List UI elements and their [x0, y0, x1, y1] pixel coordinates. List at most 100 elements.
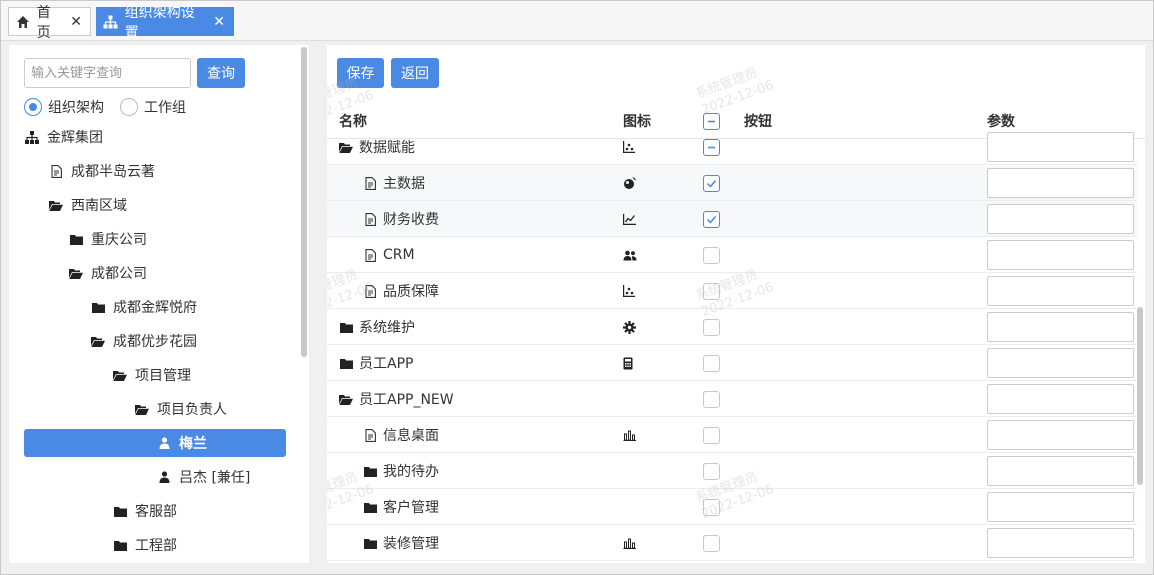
- row-name-cell[interactable]: CRM: [363, 237, 415, 273]
- radio-group[interactable]: 工作组: [120, 97, 186, 117]
- row-checkbox[interactable]: [703, 534, 720, 552]
- tree-node[interactable]: 成都优步花园: [91, 327, 197, 355]
- row-checkbox-cell: [703, 273, 720, 309]
- table-row[interactable]: 信息桌面: [327, 417, 1137, 453]
- tree-node[interactable]: 梅兰: [24, 429, 286, 457]
- tree-node[interactable]: 成都公司: [69, 259, 147, 287]
- right-scrollbar[interactable]: [1137, 307, 1143, 485]
- param-input[interactable]: [987, 312, 1134, 342]
- param-input[interactable]: [987, 204, 1134, 234]
- tree-node[interactable]: 吕杰 [兼任]: [157, 463, 250, 491]
- tree-node-label: 重庆公司: [91, 232, 147, 248]
- row-name-cell[interactable]: 员工APP_NEW: [339, 381, 454, 417]
- tree-node[interactable]: 金辉集团: [25, 123, 103, 151]
- folder-open-icon: [339, 140, 353, 154]
- param-input[interactable]: [987, 168, 1134, 198]
- folder-open-icon: [113, 368, 127, 382]
- tab-org-settings[interactable]: 组织架构设置 ✕: [96, 5, 234, 41]
- param-input[interactable]: [987, 456, 1134, 486]
- tree-node[interactable]: 成都金辉悦府: [91, 293, 197, 321]
- query-button[interactable]: 查询: [197, 58, 245, 88]
- row-name-cell[interactable]: 财务收费: [363, 201, 439, 237]
- row-checkbox-cell: [703, 165, 720, 201]
- radio-group-label: 工作组: [144, 100, 186, 116]
- back-button[interactable]: 返回: [391, 58, 439, 88]
- row-checkbox[interactable]: [703, 138, 720, 156]
- table-row[interactable]: 我的待办: [327, 453, 1137, 489]
- tree-node-label: 金辉集团: [47, 130, 103, 146]
- row-name-cell[interactable]: 品质保障: [363, 273, 439, 309]
- tree-node[interactable]: 工程部: [113, 531, 177, 559]
- tree-node-label: 项目管理: [135, 368, 191, 384]
- row-name-cell[interactable]: 装修管理: [363, 525, 439, 561]
- row-checkbox[interactable]: [703, 354, 720, 372]
- param-input[interactable]: [987, 528, 1134, 558]
- table-row[interactable]: 财务收费: [327, 201, 1137, 237]
- document-icon: [363, 176, 377, 190]
- scatter-icon: [623, 129, 635, 165]
- tree-node[interactable]: 成都半岛云著: [49, 157, 155, 185]
- table-row[interactable]: CRM: [327, 237, 1137, 273]
- row-name-cell[interactable]: 信息桌面: [363, 417, 439, 453]
- tab-org-label: 组织架构设置: [124, 4, 195, 41]
- radio-org[interactable]: 组织架构: [24, 97, 104, 117]
- row-checkbox[interactable]: [703, 174, 720, 192]
- row-name-cell[interactable]: 客户管理: [363, 489, 439, 525]
- row-name-cell[interactable]: 系统维护: [339, 309, 415, 345]
- search-input[interactable]: [24, 58, 191, 88]
- param-input[interactable]: [987, 240, 1134, 270]
- radio-org-dot[interactable]: [24, 98, 42, 116]
- row-checkbox-cell: [703, 237, 720, 273]
- table-row[interactable]: 数据赋能: [327, 129, 1137, 165]
- param-input[interactable]: [987, 384, 1134, 414]
- param-input[interactable]: [987, 420, 1134, 450]
- row-checkbox[interactable]: [703, 498, 720, 516]
- row-checkbox[interactable]: [703, 282, 720, 300]
- row-name: 员工APP: [359, 356, 414, 372]
- row-name-cell[interactable]: 员工APP: [339, 345, 413, 381]
- tree-node[interactable]: 客服部: [113, 497, 177, 525]
- row-checkbox[interactable]: [703, 210, 720, 228]
- param-input[interactable]: [987, 348, 1134, 378]
- param-input[interactable]: [987, 132, 1134, 162]
- table-row[interactable]: 客户管理: [327, 489, 1137, 525]
- param-input[interactable]: [987, 276, 1134, 306]
- table-row[interactable]: 装修管理: [327, 525, 1137, 561]
- row-checkbox[interactable]: [703, 390, 720, 408]
- tree-node[interactable]: 西南区域: [49, 191, 127, 219]
- close-icon[interactable]: ✕: [213, 14, 225, 30]
- tree-node[interactable]: 重庆公司: [69, 225, 147, 253]
- tree-node-label: 成都半岛云著: [71, 164, 155, 180]
- table-row[interactable]: 主数据: [327, 165, 1137, 201]
- save-button[interactable]: 保存: [337, 58, 384, 88]
- row-checkbox[interactable]: [703, 318, 720, 336]
- row-name: 品质保障: [383, 284, 439, 300]
- row-checkbox[interactable]: [703, 246, 720, 264]
- tab-bar: 首页 ✕ 组织架构设置 ✕: [1, 1, 1153, 41]
- row-checkbox[interactable]: [703, 426, 720, 444]
- row-name-cell[interactable]: 数据赋能: [339, 129, 415, 165]
- close-icon[interactable]: ✕: [70, 14, 82, 30]
- row-checkbox-cell: [703, 417, 720, 453]
- table-row[interactable]: 员工APP_NEW: [327, 381, 1137, 417]
- tree-node[interactable]: 项目管理: [113, 361, 191, 389]
- tree-node[interactable]: 项目负责人: [135, 395, 227, 423]
- tree-node-label: 工程部: [135, 538, 177, 554]
- folder-open-icon: [135, 402, 149, 416]
- org-chart-icon: [25, 130, 39, 144]
- permission-panel: 保存 返回 名称 图标 按钮 参数 数据赋能 主数据 财务收费 CRM 品质保障 系统维护…: [327, 45, 1145, 563]
- param-input[interactable]: [987, 492, 1134, 522]
- left-scrollbar[interactable]: [301, 47, 307, 357]
- select-all-checkbox[interactable]: [703, 112, 720, 130]
- row-checkbox[interactable]: [703, 462, 720, 480]
- tab-home[interactable]: 首页 ✕: [8, 5, 91, 41]
- table-row[interactable]: 品质保障: [327, 273, 1137, 309]
- table-row[interactable]: 系统维护: [327, 309, 1137, 345]
- row-name-cell[interactable]: 我的待办: [363, 453, 439, 489]
- row-name-cell[interactable]: 主数据: [363, 165, 425, 201]
- table-row[interactable]: 员工APP: [327, 345, 1137, 381]
- folder-open-icon: [339, 392, 353, 406]
- radio-group-dot[interactable]: [120, 98, 138, 116]
- row-name: 系统维护: [359, 320, 415, 336]
- document-icon: [49, 164, 63, 178]
